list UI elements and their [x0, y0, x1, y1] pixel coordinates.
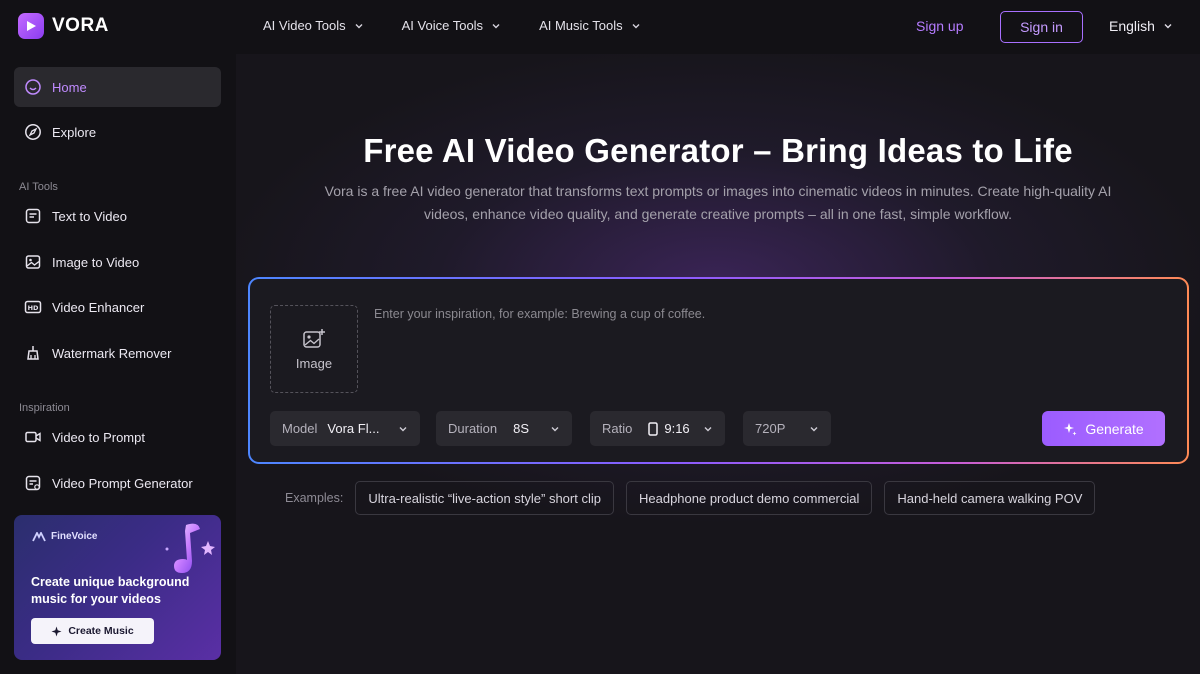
sidebar-item-video-to-prompt[interactable]: Video to Prompt: [14, 417, 221, 457]
sidebar-item-label: Video Prompt Generator: [52, 475, 193, 491]
sidebar-item-text-to-video[interactable]: Text to Video: [14, 196, 221, 236]
svg-text:HD: HD: [28, 304, 39, 312]
sidebar-item-label: Video to Prompt: [52, 429, 145, 445]
create-music-label: Create Music: [68, 625, 134, 637]
image-icon: [25, 255, 41, 269]
model-value: Vora Fl...: [327, 421, 380, 436]
resolution-select[interactable]: 720P: [743, 411, 831, 446]
chevron-down-icon: [810, 426, 818, 431]
ratio-select[interactable]: Ratio 9:16: [590, 411, 725, 446]
sidebar-item-label: Home: [52, 79, 87, 95]
sidebar-item-label: Watermark Remover: [52, 345, 172, 361]
hd-icon: HD: [24, 300, 42, 314]
chevron-down-icon: [551, 426, 559, 431]
nav-label: AI Voice Tools: [401, 18, 484, 33]
chevron-down-icon: [399, 426, 407, 431]
image-upload-label: Image: [295, 355, 333, 371]
nav-ai-voice-tools[interactable]: AI Voice Tools: [402, 18, 501, 33]
example-chip[interactable]: Hand-held camera walking POV: [884, 481, 1096, 515]
sidebar-item-label: Image to Video: [52, 254, 140, 270]
nav-label: AI Video Tools: [263, 18, 346, 33]
ratio-label: Ratio: [602, 421, 633, 436]
chevron-down-icon: [355, 23, 363, 28]
model-select[interactable]: Model Vora Fl...: [270, 411, 420, 446]
main-nav: AI Video Tools AI Voice Tools AI Music T…: [263, 18, 641, 33]
promo-title: Create unique background music for your …: [31, 575, 190, 606]
duration-value: 8S: [513, 421, 530, 436]
compass-icon: [25, 124, 41, 140]
sign-up-link[interactable]: Sign up: [916, 18, 963, 34]
page-title: Free AI Video Generator – Bring Ideas to…: [363, 132, 1073, 169]
resolution-value: 720P: [755, 421, 786, 436]
create-music-button[interactable]: Create Music: [31, 618, 154, 644]
sidebar: Home Explore AI Tools Text to Video Imag…: [0, 54, 236, 674]
language-label: English: [1109, 18, 1155, 34]
promo-brand-name: FineVoice: [51, 531, 98, 542]
sidebar-item-label: Explore: [52, 124, 97, 140]
sidebar-item-home[interactable]: Home: [14, 67, 221, 107]
prompt-composer: Image Model Vora Fl... Duration 8S Ratio…: [248, 277, 1189, 464]
sidebar-item-image-to-video[interactable]: Image to Video: [14, 242, 221, 282]
examples-row: Examples: Ultra-realistic “live-action s…: [285, 481, 1096, 515]
language-selector[interactable]: English: [1109, 18, 1173, 34]
eraser-icon: [27, 346, 39, 360]
prompt-composer-panel: Image Model Vora Fl... Duration 8S Ratio…: [250, 279, 1187, 462]
sidebar-item-video-enhancer[interactable]: HD Video Enhancer: [14, 287, 221, 327]
sidebar-item-watermark-remover[interactable]: Watermark Remover: [14, 333, 221, 373]
chevron-down-icon: [704, 426, 712, 431]
top-header: VORA AI Video Tools AI Voice Tools AI Mu…: [0, 0, 1200, 54]
sidebar-section-ai-tools: AI Tools: [19, 181, 58, 193]
home-icon: [25, 79, 41, 95]
music-note-art-icon: [165, 523, 215, 573]
examples-label: Examples:: [285, 491, 344, 505]
chevron-down-icon: [1164, 24, 1172, 29]
chevron-down-icon: [632, 23, 640, 28]
video-camera-icon: [25, 431, 41, 443]
nav-label: AI Music Tools: [539, 18, 623, 33]
sidebar-item-explore[interactable]: Explore: [14, 112, 221, 152]
generate-label: Generate: [1085, 420, 1144, 437]
sidebar-item-label: Video Enhancer: [52, 299, 145, 315]
page-subtitle: Vora is a free AI video generator that t…: [324, 183, 1112, 222]
sparkle-icon: [1064, 422, 1077, 435]
example-chip[interactable]: Headphone product demo commercial: [625, 481, 873, 515]
brand-logo[interactable]: VORA: [18, 13, 109, 39]
play-logo-icon: [18, 13, 44, 39]
model-label: Model: [282, 421, 318, 436]
image-upload-button[interactable]: Image: [270, 305, 358, 393]
text-document-icon: [25, 208, 41, 224]
promo-brand: FineVoice: [32, 531, 98, 542]
main-content: Free AI Video Generator – Bring Ideas to…: [236, 54, 1200, 674]
ratio-value: 9:16: [664, 421, 690, 436]
portrait-ratio-icon: [648, 421, 659, 436]
prompt-document-icon: [25, 475, 41, 491]
sidebar-item-video-prompt-generator[interactable]: Video Prompt Generator: [14, 463, 221, 503]
sparkle-icon: [51, 626, 62, 636]
sidebar-section-inspiration: Inspiration: [19, 402, 70, 414]
chevron-down-icon: [492, 23, 500, 28]
brand-name: VORA: [52, 15, 109, 36]
finevoice-logo-icon: [32, 531, 46, 541]
example-chip[interactable]: Ultra-realistic “live-action style” shor…: [355, 481, 614, 515]
add-image-icon: [303, 328, 325, 348]
nav-ai-music-tools[interactable]: AI Music Tools: [539, 18, 641, 33]
prompt-input[interactable]: [374, 307, 1154, 397]
promo-banner[interactable]: FineVoice Create unique background music…: [14, 515, 221, 660]
nav-ai-video-tools[interactable]: AI Video Tools: [263, 18, 364, 33]
duration-select[interactable]: Duration 8S: [436, 411, 572, 446]
duration-label: Duration: [448, 421, 498, 436]
sign-in-button[interactable]: Sign in: [1000, 11, 1083, 43]
generate-button[interactable]: Generate: [1042, 411, 1165, 446]
sidebar-item-label: Text to Video: [52, 208, 127, 224]
